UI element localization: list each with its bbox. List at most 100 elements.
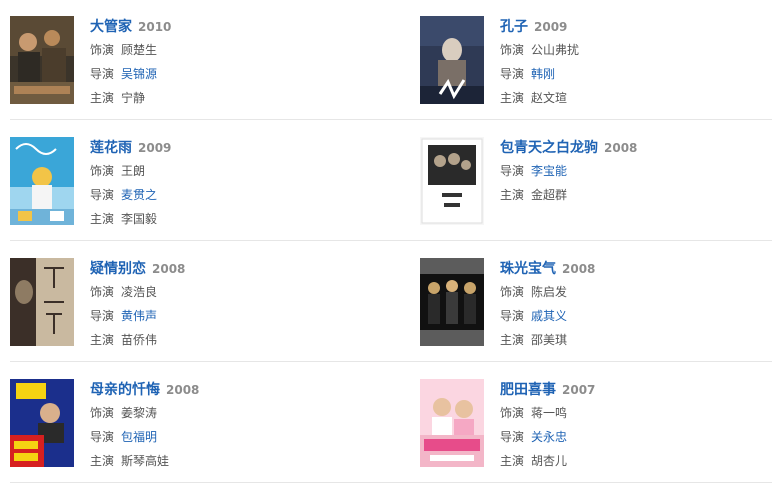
film-poster-image[interactable] [10, 137, 74, 225]
filmography-row: 大管家 2010 饰演 顾楚生 导演 吴锦源 主演 宁静 孔子 2009 饰演 … [0, 0, 772, 120]
filmography-grid: 大管家 2010 饰演 顾楚生 导演 吴锦源 主演 宁静 孔子 2009 饰演 … [0, 0, 772, 491]
director-link[interactable]: 黄伟声 [121, 309, 157, 323]
starring-value: 胡杏儿 [531, 454, 568, 468]
film-poster-image[interactable] [420, 16, 484, 104]
director-label: 导演 [500, 309, 525, 323]
film-title-line: 疑情别恋 2008 [90, 258, 360, 278]
starring-value: 斯琴高娃 [121, 454, 170, 468]
film-info: 疑情别恋 2008 饰演 凌浩良 导演 黄伟声 主演 苗侨伟 [90, 258, 360, 350]
starring-value: 李国毅 [121, 212, 158, 226]
film-director-row: 导演 麦贯之 [90, 185, 360, 205]
starring-value: 邵美琪 [531, 333, 568, 347]
role-label: 饰演 [90, 164, 115, 178]
director-label: 导演 [90, 309, 115, 323]
film-card: 孔子 2009 饰演 公山弗扰 导演 韩刚 主演 赵文瑄 [420, 0, 772, 120]
role-label: 饰演 [90, 285, 115, 299]
film-star-row: 主演 金超群 [500, 185, 770, 205]
film-year: 2008 [166, 383, 200, 397]
film-star-row: 主演 邵美琪 [500, 330, 770, 350]
film-title-link[interactable]: 疑情别恋 [90, 261, 146, 277]
role-value: 王朗 [121, 164, 146, 178]
film-title-link[interactable]: 母亲的忏悔 [90, 382, 160, 398]
starring-value: 苗侨伟 [121, 333, 158, 347]
film-star-row: 主演 赵文瑄 [500, 88, 770, 108]
film-poster-image[interactable] [420, 379, 484, 467]
director-link[interactable]: 关永忠 [531, 430, 567, 444]
film-poster-image[interactable] [420, 137, 484, 225]
film-title-line: 莲花雨 2009 [90, 137, 360, 157]
director-link[interactable]: 吴锦源 [121, 67, 157, 81]
row-divider [10, 361, 772, 362]
film-year: 2009 [534, 20, 568, 34]
film-info: 孔子 2009 饰演 公山弗扰 导演 韩刚 主演 赵文瑄 [500, 16, 770, 108]
film-title-link[interactable]: 孔子 [500, 19, 528, 35]
director-label: 导演 [90, 188, 115, 202]
film-director-row: 导演 黄伟声 [90, 306, 360, 326]
film-title-link[interactable]: 肥田喜事 [500, 382, 556, 398]
film-card: 疑情别恋 2008 饰演 凌浩良 导演 黄伟声 主演 苗侨伟 [10, 242, 370, 362]
role-label: 饰演 [500, 285, 525, 299]
film-poster-image[interactable] [10, 16, 74, 104]
starring-label: 主演 [500, 454, 525, 468]
film-role-row: 饰演 陈启发 [500, 282, 770, 302]
film-star-row: 主演 宁静 [90, 88, 360, 108]
film-poster-image[interactable] [10, 379, 74, 467]
director-label: 导演 [500, 164, 525, 178]
film-title-link[interactable]: 莲花雨 [90, 140, 132, 156]
director-link[interactable]: 包福明 [121, 430, 157, 444]
director-label: 导演 [90, 430, 115, 444]
role-value: 顾楚生 [121, 43, 158, 57]
role-value: 公山弗扰 [531, 43, 580, 57]
film-info: 母亲的忏悔 2008 饰演 姜黎涛 导演 包福明 主演 斯琴高娃 [90, 379, 360, 471]
director-link[interactable]: 戚其义 [531, 309, 567, 323]
film-poster-image[interactable] [10, 258, 74, 346]
film-star-row: 主演 斯琴高娃 [90, 451, 360, 471]
director-link[interactable]: 李宝能 [531, 164, 567, 178]
film-year: 2010 [138, 20, 172, 34]
film-director-row: 导演 戚其义 [500, 306, 770, 326]
filmography-row: 母亲的忏悔 2008 饰演 姜黎涛 导演 包福明 主演 斯琴高娃 肥田喜事 20… [0, 363, 772, 483]
film-title-line: 母亲的忏悔 2008 [90, 379, 360, 399]
role-value: 陈启发 [531, 285, 568, 299]
film-title-link[interactable]: 大管家 [90, 19, 132, 35]
role-value: 蒋一鸣 [531, 406, 568, 420]
starring-value: 赵文瑄 [531, 91, 568, 105]
film-title-link[interactable]: 包青天之白龙驹 [500, 140, 598, 156]
director-link[interactable]: 韩刚 [531, 67, 555, 81]
row-divider [10, 482, 772, 483]
role-label: 饰演 [90, 43, 115, 57]
filmography-row: 疑情别恋 2008 饰演 凌浩良 导演 黄伟声 主演 苗侨伟 珠光宝气 2008… [0, 242, 772, 362]
starring-label: 主演 [500, 91, 525, 105]
film-poster-image[interactable] [420, 258, 484, 346]
starring-label: 主演 [90, 454, 115, 468]
film-role-row: 饰演 公山弗扰 [500, 40, 770, 60]
film-title-line: 肥田喜事 2007 [500, 379, 770, 399]
film-title-link[interactable]: 珠光宝气 [500, 261, 556, 277]
film-role-row: 饰演 王朗 [90, 161, 360, 181]
role-label: 饰演 [500, 43, 525, 57]
film-card: 母亲的忏悔 2008 饰演 姜黎涛 导演 包福明 主演 斯琴高娃 [10, 363, 370, 483]
starring-label: 主演 [500, 333, 525, 347]
film-year: 2009 [138, 141, 172, 155]
film-star-row: 主演 苗侨伟 [90, 330, 360, 350]
film-role-row: 饰演 姜黎涛 [90, 403, 360, 423]
director-label: 导演 [500, 430, 525, 444]
film-card: 珠光宝气 2008 饰演 陈启发 导演 戚其义 主演 邵美琪 [420, 242, 772, 362]
starring-label: 主演 [500, 188, 525, 202]
film-card: 莲花雨 2009 饰演 王朗 导演 麦贯之 主演 李国毅 [10, 121, 370, 241]
film-role-row: 饰演 凌浩良 [90, 282, 360, 302]
film-info: 莲花雨 2009 饰演 王朗 导演 麦贯之 主演 李国毅 [90, 137, 360, 229]
starring-label: 主演 [90, 212, 115, 226]
film-role-row: 饰演 蒋一鸣 [500, 403, 770, 423]
film-director-row: 导演 韩刚 [500, 64, 770, 84]
role-label: 饰演 [500, 406, 525, 420]
director-label: 导演 [90, 67, 115, 81]
film-title-line: 大管家 2010 [90, 16, 360, 36]
starring-value: 宁静 [121, 91, 146, 105]
film-year: 2007 [562, 383, 596, 397]
film-title-line: 珠光宝气 2008 [500, 258, 770, 278]
film-title-line: 包青天之白龙驹 2008 [500, 137, 770, 157]
director-link[interactable]: 麦贯之 [121, 188, 157, 202]
film-director-row: 导演 吴锦源 [90, 64, 360, 84]
film-star-row: 主演 胡杏儿 [500, 451, 770, 471]
